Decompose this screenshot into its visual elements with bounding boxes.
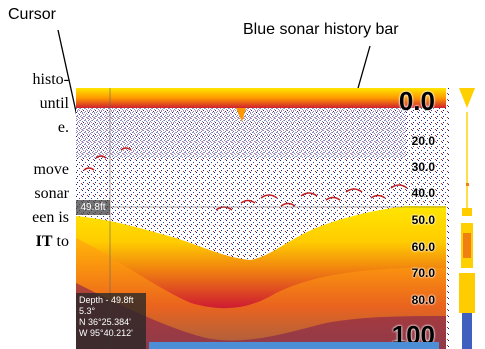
callout-history-bar: Blue sonar history bar (243, 21, 399, 38)
side-rest: to (52, 233, 69, 250)
side-bold: IT (35, 233, 53, 250)
side-line: een is (32, 209, 69, 226)
side-line: IT to (32, 230, 69, 254)
flasher-strip (449, 88, 485, 349)
depth-label-30: 30.0 (411, 160, 435, 174)
readout-lon: W 95°40.212' (79, 328, 133, 338)
readout-depth: Depth - 49.8ft (79, 295, 134, 305)
depth-label-0: 0.0 (398, 88, 435, 116)
callout-cursor: Cursor (8, 6, 57, 23)
sonar-history-bar[interactable] (149, 342, 439, 349)
sonar-display[interactable]: 0.0 20.0 30.0 40.0 50.0 60.0 70.0 80.0 1… (76, 88, 485, 349)
readout-value: 5.3° (79, 306, 96, 316)
side-line: until (39, 95, 69, 112)
depth-label-40: 40.0 (411, 186, 435, 200)
side-text-block: histo- until e. move sonar een is IT to (32, 68, 69, 254)
depth-label-20: 20.0 (411, 134, 435, 148)
side-line: sonar (34, 185, 69, 202)
side-line: e. (57, 119, 69, 136)
cursor-depth-tag: 49.8ft (76, 200, 110, 215)
cursor-readout: Depth - 49.8ft 5.3° N 36°25.384' W 95°40… (76, 293, 146, 349)
depth-label-50: 50.0 (411, 213, 435, 227)
depth-label-60: 60.0 (411, 240, 435, 254)
depth-label-70: 70.0 (411, 266, 435, 280)
readout-lat: N 36°25.384' (79, 317, 131, 327)
depth-label-80: 80.0 (411, 293, 435, 307)
side-line: histo- (32, 71, 69, 88)
side-line: move (33, 161, 69, 178)
